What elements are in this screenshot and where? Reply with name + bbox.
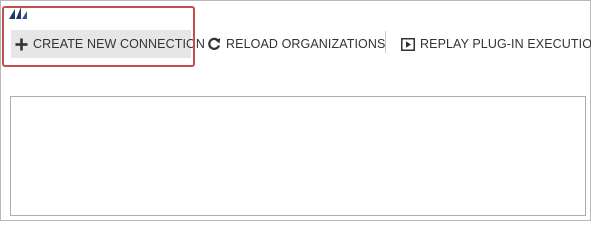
toolbar-separator [385,31,386,53]
refresh-icon [207,37,221,51]
app-window: CREATE NEW CONNECTION RELOAD ORGANIZATIO… [0,0,591,221]
content-panel [10,96,586,216]
replay-plugin-execution-label: REPLAY PLUG-IN EXECUTION [420,37,591,51]
replay-plugin-execution-button[interactable]: REPLAY PLUG-IN EXECUTION [401,33,591,55]
reload-organizations-label: RELOAD ORGANIZATIONS [226,37,386,51]
highlight-annotation [2,6,195,67]
reload-organizations-button[interactable]: RELOAD ORGANIZATIONS [207,33,385,55]
play-icon [401,37,415,51]
